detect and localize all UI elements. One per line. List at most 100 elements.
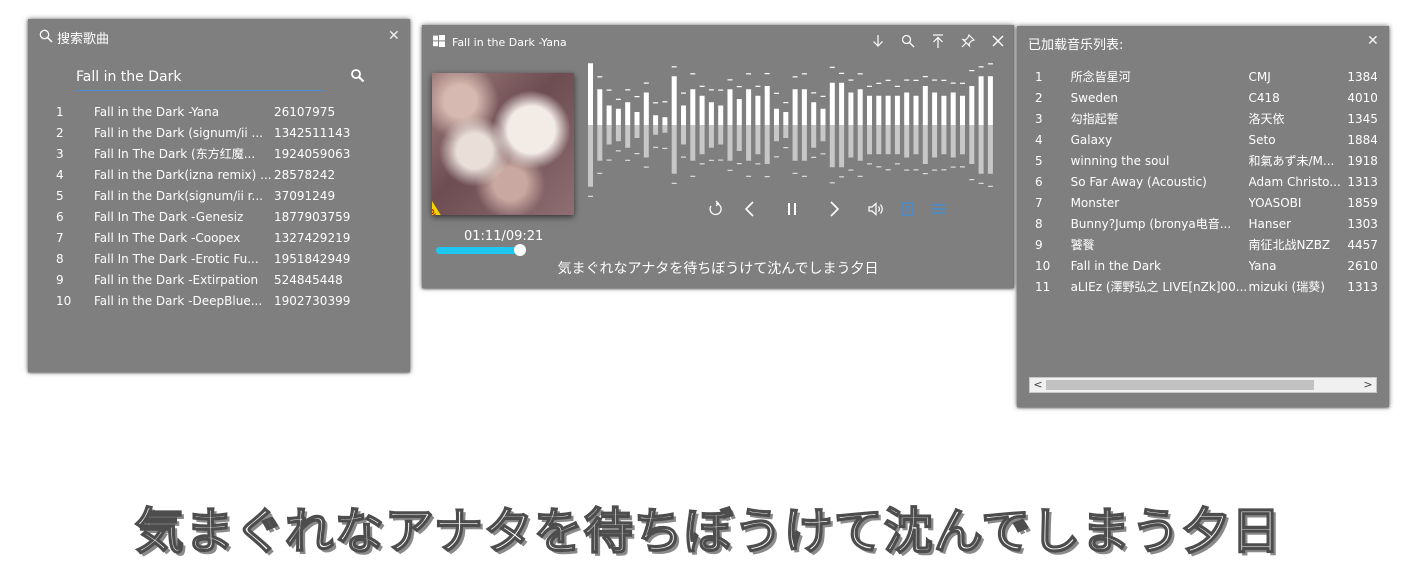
progress-bar[interactable] <box>436 247 520 254</box>
spectrum-peak-reflection <box>829 182 835 184</box>
download-button[interactable] <box>870 33 886 49</box>
result-title: Fall in the Dark(izna remix) ... <box>94 167 272 182</box>
search-submit-button[interactable] <box>350 68 366 84</box>
song-index: 8 <box>1035 216 1043 231</box>
search-button[interactable] <box>900 33 916 49</box>
search-result-row[interactable]: 2 Fall in the Dark (signum/ii ... 13425111… <box>48 122 398 143</box>
search-result-row[interactable]: 3 Fall In The Dark (东方红魔... 1924059063 <box>48 143 398 164</box>
spectrum-bar <box>922 86 928 125</box>
playlist-row[interactable]: 2 Sweden C418 40102 <box>1029 87 1377 108</box>
song-index: 2 <box>1035 90 1043 105</box>
spectrum-peak <box>755 85 761 87</box>
song-id: 13030 <box>1347 216 1377 231</box>
spectrum-bar <box>746 89 752 125</box>
playback-time: 01:11/09:21 <box>464 229 544 244</box>
song-id: 13135 <box>1347 174 1377 189</box>
spectrum-peak-reflection <box>746 175 752 177</box>
repeat-button[interactable] <box>706 199 726 221</box>
song-title: Sweden <box>1070 90 1118 105</box>
song-id: 13458 <box>1347 111 1377 126</box>
song-id: 13840 <box>1347 69 1377 84</box>
spectrum-bar <box>987 76 993 125</box>
spectrum-bar <box>867 95 872 125</box>
search-result-row[interactable]: 8 Fall In The Dark -Erotic Fu... 195184294… <box>48 248 398 269</box>
spectrum-peak <box>894 85 900 87</box>
spectrum-peak-reflection <box>876 166 882 168</box>
previous-button[interactable] <box>740 199 760 221</box>
spectrum-bar <box>932 92 938 125</box>
player-title-text: Fall in the Dark -Yana <box>452 36 567 49</box>
spectrum-bar <box>950 92 956 125</box>
playlist-row[interactable]: 10 Fall in the Dark Yana 26107 <box>1029 255 1377 276</box>
playlist-window: 已加载音乐列表: ✕ 1 所念皆星河 CMJ 13840 2 Sweden C418 4010… <box>1017 26 1389 407</box>
result-title: Fall in the Dark -Yana <box>94 104 220 119</box>
search-result-row[interactable]: 1 Fall in the Dark -Yana 26107975 <box>48 101 398 122</box>
search-result-row[interactable]: 6 Fall In The Dark -Genesiz 1877903759 <box>48 206 398 227</box>
spectrum-peak <box>653 102 659 104</box>
spectrum-bar <box>708 102 714 125</box>
spectrum-reflection-bar <box>764 125 770 164</box>
song-id: 18842 <box>1347 132 1377 147</box>
spectrum-peak <box>783 102 789 104</box>
playlist-close-button[interactable]: ✕ <box>1367 34 1379 48</box>
search-close-button[interactable]: ✕ <box>388 29 400 43</box>
song-title: 勾指起誓 <box>1070 112 1119 126</box>
scrollbar-thumb[interactable] <box>1046 380 1314 390</box>
next-button[interactable] <box>824 199 844 221</box>
result-id: 1902730399 <box>274 293 351 308</box>
lyrics-button[interactable] <box>898 199 918 221</box>
playlist-row[interactable]: 5 winning the soul 和氣あず未/M... 19189 <box>1029 150 1377 171</box>
playlist-row[interactable]: 4 Galaxy Seto 18842 <box>1029 129 1377 150</box>
playlist-row[interactable]: 11 aLIEz (澤野弘之 LIVE[nZk]00... mizuki (瑞葵) 1… <box>1029 276 1377 297</box>
spectrum-reflection-bar <box>736 125 742 151</box>
playlist-row[interactable]: 3 勾指起誓 洛天依 13458 <box>1029 108 1377 129</box>
player-window-title: Fall in the Dark -Yana <box>433 35 567 50</box>
scroll-right-icon[interactable]: > <box>1360 378 1376 392</box>
song-title: Galaxy <box>1070 132 1113 147</box>
playlist-row[interactable]: 7 Monster YOASOBI 18594 <box>1029 192 1377 213</box>
spectrum-peak-reflection <box>885 169 891 171</box>
spectrum-peak-reflection <box>690 175 696 177</box>
search-result-row[interactable]: 7 Fall In The Dark -Coopex 1327429219 <box>48 227 398 248</box>
spectrum-peak <box>885 79 891 81</box>
horizontal-scrollbar[interactable]: < > <box>1029 377 1377 393</box>
spectrum-peak <box>987 63 993 65</box>
volume-button[interactable] <box>866 199 886 221</box>
playlist-button[interactable] <box>928 199 948 221</box>
spectrum-bar <box>736 99 742 125</box>
search-result-row[interactable]: 9 Fall in the Dark -Extirpation 524845448 <box>48 269 398 290</box>
progress-knob[interactable] <box>514 244 526 256</box>
result-index: 7 <box>56 230 64 245</box>
search-input[interactable] <box>75 66 324 88</box>
search-result-row[interactable]: 4 Fall in the Dark(izna remix) ... 2857824… <box>48 164 398 185</box>
volume-icon <box>868 202 883 216</box>
player-close-button[interactable] <box>990 33 1006 49</box>
playlist-row[interactable]: 6 So Far Away (Acoustic) Adam Christo... 13… <box>1029 171 1377 192</box>
result-index: 5 <box>56 188 64 203</box>
playlist-row[interactable]: 8 Bunny?Jump (bronya电音... Hanser 13030 <box>1029 213 1377 234</box>
spectrum-peak <box>774 92 779 94</box>
repeat-icon <box>709 200 722 216</box>
search-result-row[interactable]: 10 Fall in the Dark -DeepBlue... 190273039… <box>48 290 398 311</box>
spectrum-bar <box>699 95 705 125</box>
song-index: 6 <box>1035 174 1043 189</box>
spectrum-peak-reflection <box>634 153 640 155</box>
pin-button[interactable] <box>960 33 976 49</box>
result-id: 1327429219 <box>274 230 351 245</box>
search-window-title-text: 搜索歌曲 <box>57 32 110 47</box>
search-result-row[interactable]: 5 Fall in the Dark(signum/ii r... 37091249 <box>48 185 398 206</box>
pause-button[interactable] <box>782 199 802 221</box>
search-icon <box>39 29 53 47</box>
chevron-left-icon <box>744 201 754 217</box>
spectrum-reflection-bar <box>829 125 835 168</box>
spectrum-bar <box>941 95 947 125</box>
spectrum-peak <box>848 79 854 81</box>
search-field <box>75 66 324 91</box>
playlist-row[interactable]: 1 所念皆星河 CMJ 13840 <box>1029 66 1377 87</box>
spectrum-bar <box>885 95 891 125</box>
scroll-left-icon[interactable]: < <box>1030 378 1046 392</box>
song-id: 13130 <box>1347 279 1377 294</box>
upload-button[interactable] <box>930 33 946 49</box>
playlist-row[interactable]: 9 饕餮 南征北战NZBZ 44570 <box>1029 234 1377 255</box>
spectrum-peak <box>736 86 742 88</box>
